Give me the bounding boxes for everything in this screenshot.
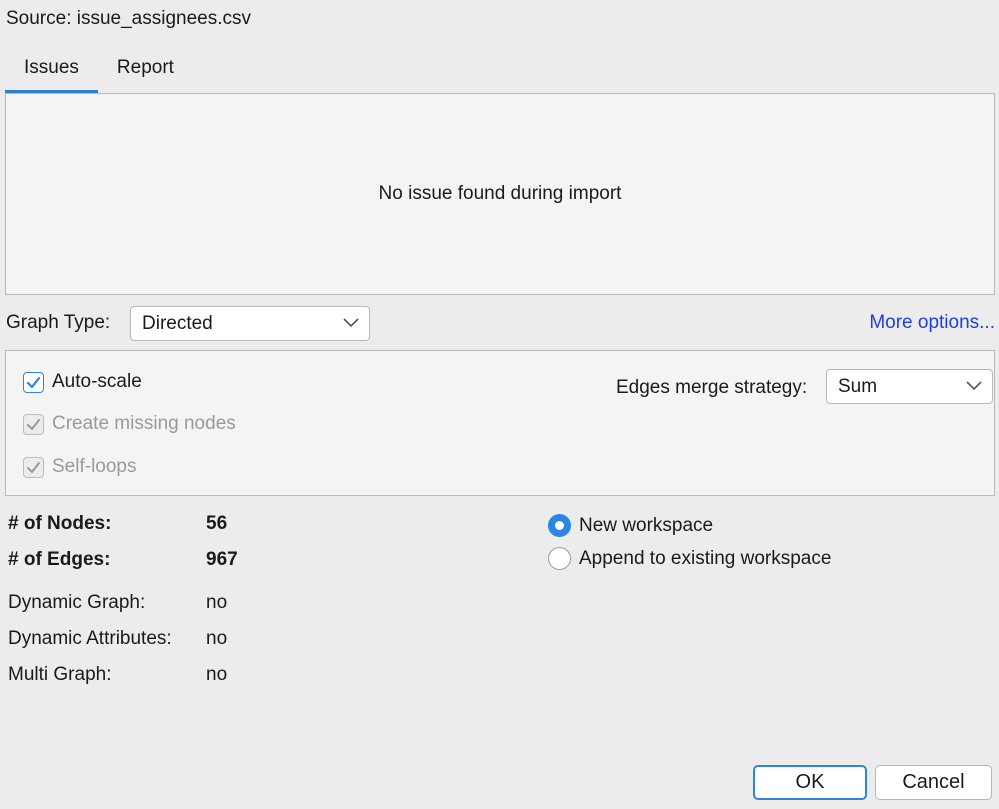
chevron-down-icon [343,317,359,327]
options-panel: Auto-scale Create missing nodes Self-loo… [5,350,995,496]
dynamic-attributes-label: Dynamic Attributes: [8,628,172,649]
cancel-button[interactable]: Cancel [875,765,992,800]
dynamic-attributes-value: no [206,628,228,649]
create-missing-nodes-label: Create missing nodes [52,413,236,434]
ok-button[interactable]: OK [753,765,867,800]
chevron-down-icon [966,380,982,390]
issues-message: No issue found during import [378,183,622,204]
append-workspace-option[interactable]: Append to existing workspace [548,547,831,570]
nodes-count-label: # of Nodes: [8,513,112,534]
create-missing-nodes-option[interactable]: Create missing nodes [23,413,236,435]
create-missing-nodes-checkbox[interactable] [23,413,44,435]
edges-count-value: 967 [206,549,238,570]
edges-count-label: # of Edges: [8,549,111,570]
auto-scale-checkbox[interactable] [23,371,44,393]
new-workspace-label: New workspace [579,514,714,536]
self-loops-checkbox[interactable] [23,456,44,478]
checkmark-icon [27,461,40,473]
new-workspace-option[interactable]: New workspace [548,514,713,537]
graph-type-value: Directed [142,312,213,334]
self-loops-label: Self-loops [52,456,137,477]
append-workspace-label: Append to existing workspace [579,547,832,569]
self-loops-option[interactable]: Self-loops [23,456,137,478]
import-report-dialog: Source: issue_assignees.csv Issues Repor… [0,0,999,809]
more-options-link[interactable]: More options... [869,312,995,334]
auto-scale-label: Auto-scale [52,371,142,392]
tab-bar: Issues Report [5,52,193,94]
new-workspace-radio[interactable] [548,514,571,537]
graph-type-label: Graph Type: [6,312,111,333]
checkmark-icon [27,418,40,430]
multi-graph-value: no [206,664,228,685]
edges-merge-strategy-label: Edges merge strategy: [616,377,808,398]
tab-issues[interactable]: Issues [5,52,98,94]
nodes-count-value: 56 [206,513,228,534]
dynamic-graph-value: no [206,592,228,613]
edges-merge-strategy-value: Sum [838,375,878,397]
checkmark-icon [26,376,41,388]
edges-merge-strategy-select[interactable]: Sum [826,369,993,404]
tab-report[interactable]: Report [98,52,193,94]
auto-scale-option[interactable]: Auto-scale [23,371,142,393]
dynamic-graph-label: Dynamic Graph: [8,592,146,613]
graph-type-select[interactable]: Directed [130,306,370,341]
source-file-label: Source: issue_assignees.csv [6,8,252,29]
multi-graph-label: Multi Graph: [8,664,112,685]
issues-panel: No issue found during import [5,93,995,295]
append-workspace-radio[interactable] [548,547,571,570]
